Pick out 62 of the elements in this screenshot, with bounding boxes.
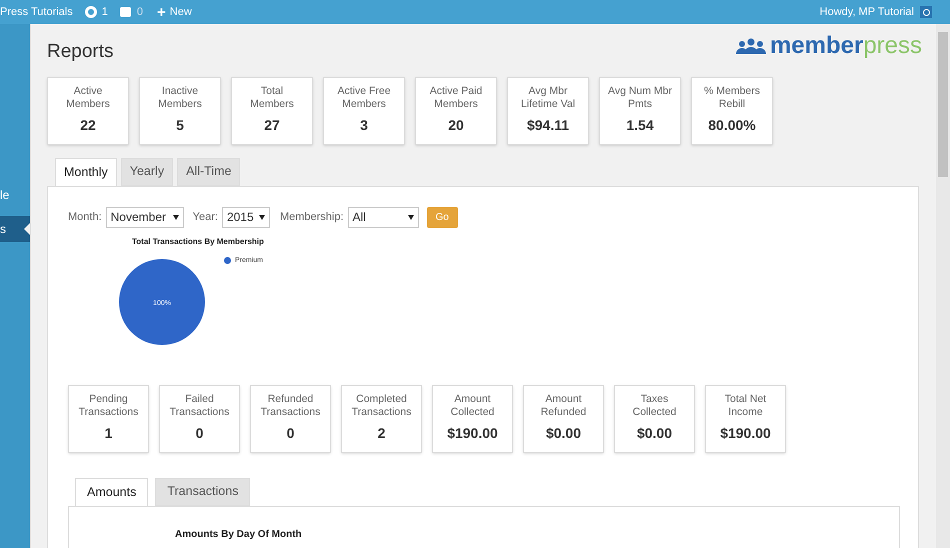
- stat-value: 2: [378, 424, 386, 443]
- report-tab[interactable]: All-Time: [177, 158, 240, 186]
- plus-icon: +: [157, 4, 166, 20]
- caret-icon: [172, 214, 179, 220]
- membership-label: Membership:: [280, 210, 344, 225]
- caret-icon: [258, 214, 265, 220]
- logout-icon[interactable]: [920, 6, 932, 18]
- stat-label: Total Net Income: [724, 393, 768, 419]
- report-tab[interactable]: Transactions: [155, 478, 250, 506]
- sidebar-item[interactable]: le: [0, 182, 30, 208]
- report-tab[interactable]: Monthly: [55, 158, 117, 186]
- stat-label: Total Members: [249, 85, 295, 111]
- people-icon: [736, 38, 766, 54]
- stat-label: Active Paid Members: [428, 85, 484, 111]
- caret-icon: [408, 214, 414, 220]
- stat-label: Inactive Members: [157, 85, 203, 111]
- comment-icon[interactable]: [120, 7, 131, 17]
- stat-value: $190.00: [720, 424, 771, 443]
- stat-value: 0: [286, 424, 294, 443]
- membership-select[interactable]: All: [348, 206, 419, 228]
- stat-value: $0.00: [546, 424, 582, 443]
- stat-label: Failed Transactions: [168, 393, 230, 419]
- stat-value: 0: [196, 424, 204, 443]
- stat-value: 80.00%: [708, 116, 756, 135]
- stat-label: Avg Num Mbr Pmts: [607, 85, 673, 111]
- stat-label: Refunded Transactions: [260, 393, 322, 419]
- page-title: Reports: [47, 40, 114, 64]
- chart-title: Total Transactions By Membership: [132, 236, 265, 248]
- updates-icon[interactable]: [84, 6, 97, 18]
- year-label: Year:: [192, 210, 218, 225]
- stat-label: Avg Mbr Lifetime Val: [520, 85, 576, 111]
- chart-title: Amounts By Day Of Month: [175, 528, 302, 540]
- updates-count: 1: [102, 4, 108, 20]
- stat-value: 5: [176, 116, 184, 135]
- stat-label: Active Free Members: [336, 85, 392, 111]
- stat-label: Amount Collected: [450, 393, 496, 419]
- sidebar-item[interactable]: s: [0, 216, 30, 242]
- stat-value: $190.00: [447, 424, 498, 443]
- stat-label: Completed Transactions: [350, 393, 412, 419]
- howdy-link[interactable]: Howdy, MP Tutorial: [820, 4, 914, 20]
- report-tab[interactable]: Amounts: [75, 478, 148, 506]
- month-label: Month:: [68, 210, 102, 225]
- comments-count: 0: [136, 4, 143, 20]
- stat-value: $0.00: [636, 424, 672, 443]
- stat-label: Amount Refunded: [540, 393, 588, 419]
- new-link[interactable]: New: [170, 4, 192, 20]
- stat-value: $94.11: [526, 116, 570, 135]
- stat-value: 27: [264, 116, 280, 135]
- site-link[interactable]: Press Tutorials: [0, 4, 73, 20]
- month-select[interactable]: November: [106, 206, 184, 228]
- stat-value: 3: [360, 116, 368, 135]
- stat-label: Active Members: [65, 85, 111, 111]
- stat-label: Pending Transactions: [78, 393, 140, 419]
- stat-value: 22: [80, 116, 96, 135]
- stat-value: 1: [104, 424, 112, 443]
- stat-value: 20: [448, 116, 464, 135]
- stat-label: % Members Rebill: [702, 85, 761, 111]
- stat-label: Taxes Collected: [632, 393, 678, 419]
- year-select[interactable]: 2015: [222, 206, 270, 228]
- stat-value: 1.54: [626, 116, 654, 135]
- memberpress-logo: memberpress: [736, 34, 922, 58]
- report-tab[interactable]: Yearly: [120, 158, 174, 186]
